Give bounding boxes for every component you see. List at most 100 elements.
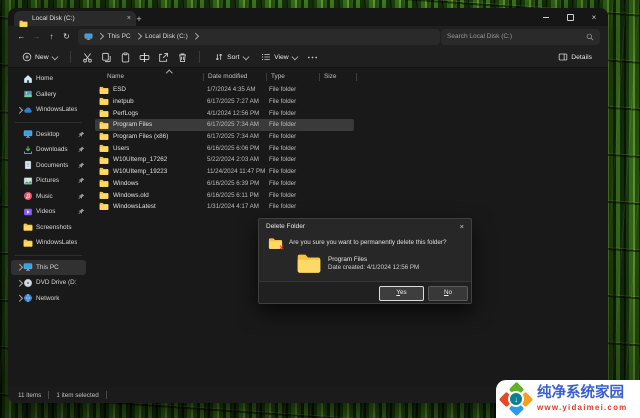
file-name: Program Files	[113, 121, 153, 129]
sidebar-item-home[interactable]: Home	[11, 71, 86, 87]
sidebar-item-videos[interactable]: Videos	[11, 204, 86, 220]
file-type: File folder	[269, 168, 297, 176]
forward-button[interactable]: →	[29, 32, 44, 41]
column-divider[interactable]	[356, 72, 357, 81]
details-pane-icon	[558, 52, 568, 62]
file-row[interactable]: Program Files (x86) 6/17/2025 7:34 AM Fi…	[95, 131, 354, 143]
file-row[interactable]: W10UItemp_17262 5/22/2024 2:03 AM File f…	[95, 154, 354, 166]
sidebar-item-downloads[interactable]: Downloads	[11, 142, 86, 158]
view-button[interactable]: View	[255, 49, 302, 65]
file-date-modified: 6/16/2025 6:11 PM	[207, 191, 259, 199]
refresh-button[interactable]: ↻	[59, 32, 74, 41]
back-button[interactable]: ←	[14, 32, 29, 41]
new-tab-button[interactable]: +	[132, 11, 146, 26]
search-input[interactable]	[447, 33, 586, 40]
file-row[interactable]: PerfLogs 4/1/2024 12:56 PM File folder	[95, 107, 354, 119]
sidebar-item-music[interactable]: Music	[11, 189, 86, 205]
column-header-name[interactable]: Name	[95, 70, 203, 83]
file-date-modified: 11/24/2024 11:47 PM	[207, 168, 266, 176]
rename-button[interactable]	[136, 49, 153, 65]
desktop-wallpaper: Local Disk (C:) × + × ← → ↑ ↻ This PC Lo…	[0, 0, 640, 418]
more-options-button[interactable]	[304, 49, 321, 65]
close-button[interactable]: ×	[582, 8, 606, 26]
delete-button[interactable]	[174, 49, 191, 65]
file-type: File folder	[269, 109, 297, 117]
view-button-label: View	[274, 53, 289, 61]
expand-chevron-slot	[15, 210, 23, 215]
sidebar-item-label: Gallery	[36, 90, 57, 98]
sidebar-item-windowslatest-pe[interactable]: WindowsLatest - Pe	[11, 102, 86, 118]
expand-chevron-slot	[15, 194, 23, 199]
file-row[interactable]: Windows 6/16/2025 6:39 PM File folder	[95, 178, 354, 190]
sidebar-item-windowslatest[interactable]: WindowsLatest	[11, 235, 86, 251]
column-header-type[interactable]: Type	[267, 70, 319, 83]
toolbar-divider	[70, 51, 72, 63]
copy-button[interactable]	[98, 49, 115, 65]
yes-button[interactable]: Yes	[379, 286, 424, 301]
search-icon	[586, 28, 594, 46]
gallery-icon	[23, 89, 33, 99]
watermark: ↓ 纯净系统家园 www.yidaimei.com	[496, 380, 640, 418]
sidebar-item-this-pc[interactable]: This PC	[11, 259, 86, 275]
new-plus-icon	[22, 52, 32, 62]
sidebar-item-pictures[interactable]: Pictures	[11, 173, 86, 189]
file-row[interactable]: Windows.old 6/16/2025 6:11 PM File folde…	[95, 189, 354, 201]
sidebar-item-dvd-drive-d-ccc[interactable]: DVD Drive (D:) CCC	[11, 275, 86, 291]
breadcrumb-this-pc[interactable]: This PC	[108, 33, 131, 40]
file-name: Windows	[113, 179, 139, 187]
sort-button[interactable]: Sort	[208, 49, 253, 65]
sidebar-item-documents[interactable]: Documents	[11, 158, 86, 174]
sidebar-divider	[15, 254, 82, 256]
new-button[interactable]: New	[16, 49, 62, 65]
file-row[interactable]: ESD 1/7/2024 4:35 AM File folder	[95, 84, 354, 96]
cut-button[interactable]	[79, 49, 96, 65]
file-row[interactable]: Users 6/16/2025 6:06 PM File folder	[95, 142, 354, 154]
sidebar-devices-group: This PC DVD Drive (D:) CCC Network	[8, 259, 89, 307]
share-button[interactable]	[155, 49, 172, 65]
file-row[interactable]: inetpub 6/17/2025 7:27 AM File folder	[95, 96, 354, 108]
folder-icon	[99, 109, 109, 118]
sidebar-item-label: Network	[36, 294, 60, 302]
folder-icon	[99, 167, 109, 176]
details-pane-button[interactable]: Details	[552, 49, 598, 65]
minimize-button[interactable]	[534, 8, 558, 26]
folder-icon	[99, 86, 109, 95]
dialog-close-icon[interactable]: ×	[460, 222, 464, 231]
expand-chevron-slot	[15, 264, 23, 271]
column-header-size[interactable]: Size	[320, 70, 356, 83]
maximize-button[interactable]	[558, 8, 582, 26]
file-row[interactable]: W10UItemp_19223 11/24/2024 11:47 PM File…	[95, 166, 354, 178]
sidebar-item-gallery[interactable]: Gallery	[11, 87, 86, 103]
sidebar-item-label: Pictures	[36, 177, 60, 185]
file-type: File folder	[269, 179, 297, 187]
breadcrumb-local-disk[interactable]: Local Disk (C:)	[145, 33, 188, 40]
file-date-modified: 6/17/2025 7:34 AM	[207, 133, 259, 141]
videos-icon	[23, 207, 33, 217]
folder-icon	[296, 253, 322, 274]
file-type: File folder	[269, 144, 297, 152]
onedrive-icon	[23, 105, 33, 115]
search-box[interactable]	[441, 28, 600, 46]
chevron-right-icon	[15, 264, 23, 271]
file-date-modified: 6/16/2025 6:39 PM	[207, 179, 260, 187]
file-row[interactable]: WindowsLatest 1/31/2024 4:17 AM File fol…	[95, 201, 354, 213]
expand-chevron-slot	[15, 279, 23, 286]
breadcrumb[interactable]: This PC Local Disk (C:)	[78, 28, 440, 45]
paste-button[interactable]	[117, 49, 134, 65]
maximize-icon	[566, 13, 574, 21]
column-header-date-modified[interactable]: Date modified	[204, 70, 266, 83]
sidebar-item-screenshots[interactable]: Screenshots	[11, 220, 86, 236]
address-bar: ← → ↑ ↻ This PC Local Disk (C:)	[8, 26, 608, 47]
no-button[interactable]: No	[428, 286, 468, 301]
delete-folder-icon: ×	[268, 237, 284, 252]
expand-chevron-slot	[15, 163, 23, 168]
sidebar-item-label: Music	[36, 192, 53, 200]
tab-close-icon[interactable]: ×	[127, 15, 131, 22]
file-row[interactable]: Program Files 6/17/2025 7:34 AM File fol…	[95, 119, 354, 131]
up-button[interactable]: ↑	[44, 32, 59, 41]
column-headers: Name Date modified Type Size	[95, 70, 608, 83]
sidebar-item-network[interactable]: Network	[11, 291, 86, 307]
file-name: PerfLogs	[113, 109, 139, 117]
explorer-tab[interactable]: Local Disk (C:) ×	[14, 11, 136, 28]
sidebar-item-desktop[interactable]: Desktop	[11, 127, 86, 143]
